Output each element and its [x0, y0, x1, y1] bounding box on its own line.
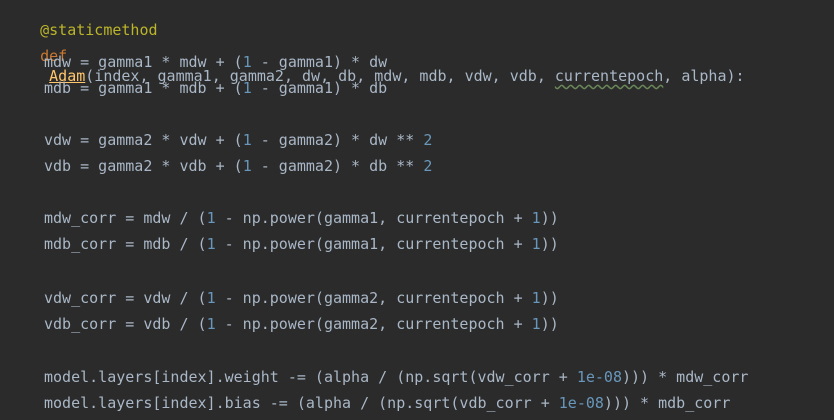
code-text: - gamma1) * db — [251, 79, 388, 97]
code-line-decorator: @staticmethod — [4, 0, 157, 39]
code-text: model.layers[index].bias -= (alpha / (np… — [44, 394, 559, 412]
code-text: - gamma2) * db ** — [251, 157, 424, 175]
code-text: - np.power(gamma1, currentepoch + — [215, 209, 532, 227]
code-line-mdw-corr: mdw_corr = mdw / (1 - np.power(gamma1, c… — [44, 208, 559, 228]
code-line-vdb: vdb = gamma2 * vdb + (1 - gamma2) * db *… — [44, 156, 432, 176]
code-text: model.layers[index].weight -= (alpha / (… — [44, 368, 577, 386]
code-text: - gamma2) * dw ** — [251, 131, 424, 149]
code-text: mdb = gamma1 * mdb + ( — [44, 79, 243, 97]
number-literal: 2 — [423, 131, 433, 149]
number-literal: 1 — [242, 157, 252, 175]
number-literal: 1 — [531, 235, 541, 253]
code-text: - gamma1) * dw — [251, 53, 388, 71]
code-line-vdb-corr: vdb_corr = vdb / (1 - np.power(gamma2, c… — [44, 314, 559, 334]
code-line-def: def Adam(index, gamma1, gamma2, dw, db, … — [4, 26, 744, 85]
code-text: mdw_corr = mdw / ( — [44, 209, 207, 227]
code-line-vdw: vdw = gamma2 * vdw + (1 - gamma2) * dw *… — [44, 130, 432, 150]
number-literal: 1 — [531, 315, 541, 333]
code-text: )) — [540, 289, 559, 307]
code-line-mdb-corr: mdb_corr = mdb / (1 - np.power(gamma1, c… — [44, 234, 559, 254]
code-text: vdw = gamma2 * vdw + ( — [44, 131, 243, 149]
number-literal: 1 — [206, 315, 216, 333]
code-text: mdb_corr = mdb / ( — [44, 235, 207, 253]
code-line-weight-update: model.layers[index].weight -= (alpha / (… — [44, 367, 748, 387]
number-literal: 1 — [531, 209, 541, 227]
number-literal: 1 — [206, 289, 216, 307]
code-text: - np.power(gamma2, currentepoch + — [215, 315, 532, 333]
code-text: - np.power(gamma2, currentepoch + — [215, 289, 532, 307]
code-editor[interactable]: @staticmethod def Adam(index, gamma1, ga… — [0, 0, 834, 420]
code-line-vdw-corr: vdw_corr = vdw / (1 - np.power(gamma2, c… — [44, 288, 559, 308]
number-literal: 1 — [206, 209, 216, 227]
code-text: vdw_corr = vdw / ( — [44, 289, 207, 307]
code-text: mdw = gamma1 * mdw + ( — [44, 53, 243, 71]
code-text: )) — [540, 315, 559, 333]
number-literal: 2 — [423, 157, 433, 175]
code-line-mdw: mdw = gamma1 * mdw + (1 - gamma1) * dw — [44, 52, 387, 72]
number-literal: 1 — [242, 131, 252, 149]
number-literal: 1e-08 — [558, 394, 604, 412]
number-literal: 1 — [206, 235, 216, 253]
code-line-bias-update: model.layers[index].bias -= (alpha / (np… — [44, 393, 730, 413]
code-text: vdb = gamma2 * vdb + ( — [44, 157, 243, 175]
code-text: )) — [540, 209, 559, 227]
number-literal: 1 — [531, 289, 541, 307]
number-literal: 1 — [242, 53, 252, 71]
number-literal: 1 — [242, 79, 252, 97]
code-line-mdb: mdb = gamma1 * mdb + (1 - gamma1) * db — [44, 78, 387, 98]
code-text: )) — [540, 235, 559, 253]
number-literal: 1e-08 — [576, 368, 622, 386]
param-currentepoch: currentepoch — [554, 67, 664, 85]
code-text: ))) * mdb_corr — [603, 394, 731, 412]
params-after: , alpha): — [663, 67, 745, 85]
code-text: ))) * mdw_corr — [621, 368, 749, 386]
code-text: vdb_corr = vdb / ( — [44, 315, 207, 333]
code-text: - np.power(gamma1, currentepoch + — [215, 235, 532, 253]
